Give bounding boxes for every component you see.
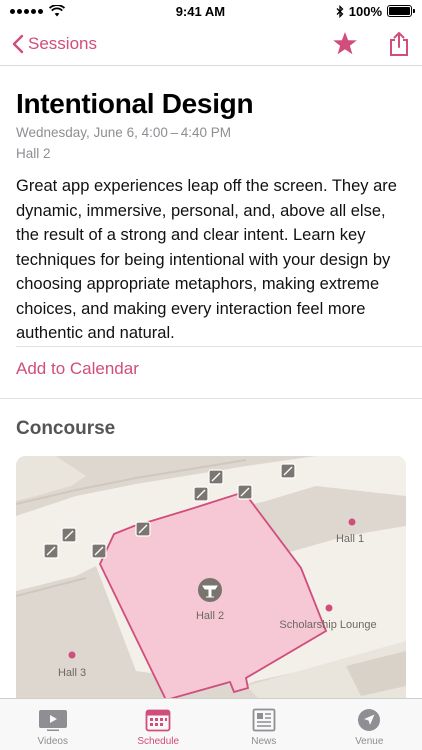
signal-icon — [10, 8, 43, 14]
status-left — [10, 5, 65, 17]
favorite-star-icon[interactable] — [332, 31, 358, 56]
scholarship-lounge-label: Scholarship Lounge — [279, 619, 376, 631]
lectern-icon — [198, 578, 222, 602]
calendar-icon — [145, 709, 171, 732]
tab-bar: Videos Schedule News Venue — [0, 698, 422, 750]
navigation-bar: Sessions — [0, 22, 422, 66]
hall-1-label: Hall 1 — [336, 533, 364, 545]
venue-map[interactable]: Hall 2 Hall 1 Scholarship Lounge Hall 3 — [16, 456, 406, 698]
tab-videos[interactable]: Videos — [0, 699, 106, 750]
divider — [16, 346, 422, 347]
status-time: 9:41 AM — [175, 3, 226, 19]
video-icon — [38, 710, 67, 731]
divider — [0, 398, 422, 399]
tab-news-label: News — [251, 736, 277, 747]
location-arrow-icon — [358, 709, 381, 731]
add-to-calendar-button[interactable]: Add to Calendar — [16, 359, 139, 379]
wifi-icon — [49, 5, 65, 17]
nav-actions — [332, 31, 410, 57]
session-date: Wednesday, June 6, 4:00 – 4:40 PM — [16, 125, 232, 140]
tab-news[interactable]: News — [211, 699, 317, 750]
status-right: 100% — [336, 3, 415, 19]
chevron-left-icon — [12, 34, 24, 53]
back-button-label: Sessions — [28, 33, 97, 53]
battery-icon — [387, 5, 415, 17]
hall-3-label: Hall 3 — [58, 667, 86, 679]
map-section-title: Concourse — [16, 418, 116, 439]
tab-schedule-label: Schedule — [137, 736, 180, 747]
newspaper-icon — [252, 708, 276, 732]
share-icon[interactable] — [388, 31, 410, 57]
status-bar: 9:41 AM 100% — [0, 0, 422, 22]
session-title: Intentional Design — [16, 88, 254, 119]
session-room: Hall 2 — [16, 146, 51, 161]
hall-2-label: Hall 2 — [196, 610, 224, 622]
session-detail-content[interactable]: Intentional Design Wednesday, June 6, 4:… — [0, 66, 422, 698]
tab-videos-label: Videos — [37, 736, 68, 747]
tab-venue-label: Venue — [355, 736, 384, 747]
back-button[interactable]: Sessions — [12, 34, 97, 54]
battery-percent: 100% — [348, 3, 382, 19]
tab-schedule[interactable]: Schedule — [106, 699, 212, 750]
session-description: Great app experiences leap off the scree… — [16, 177, 397, 342]
bluetooth-icon — [336, 4, 344, 18]
tab-venue[interactable]: Venue — [317, 699, 422, 750]
